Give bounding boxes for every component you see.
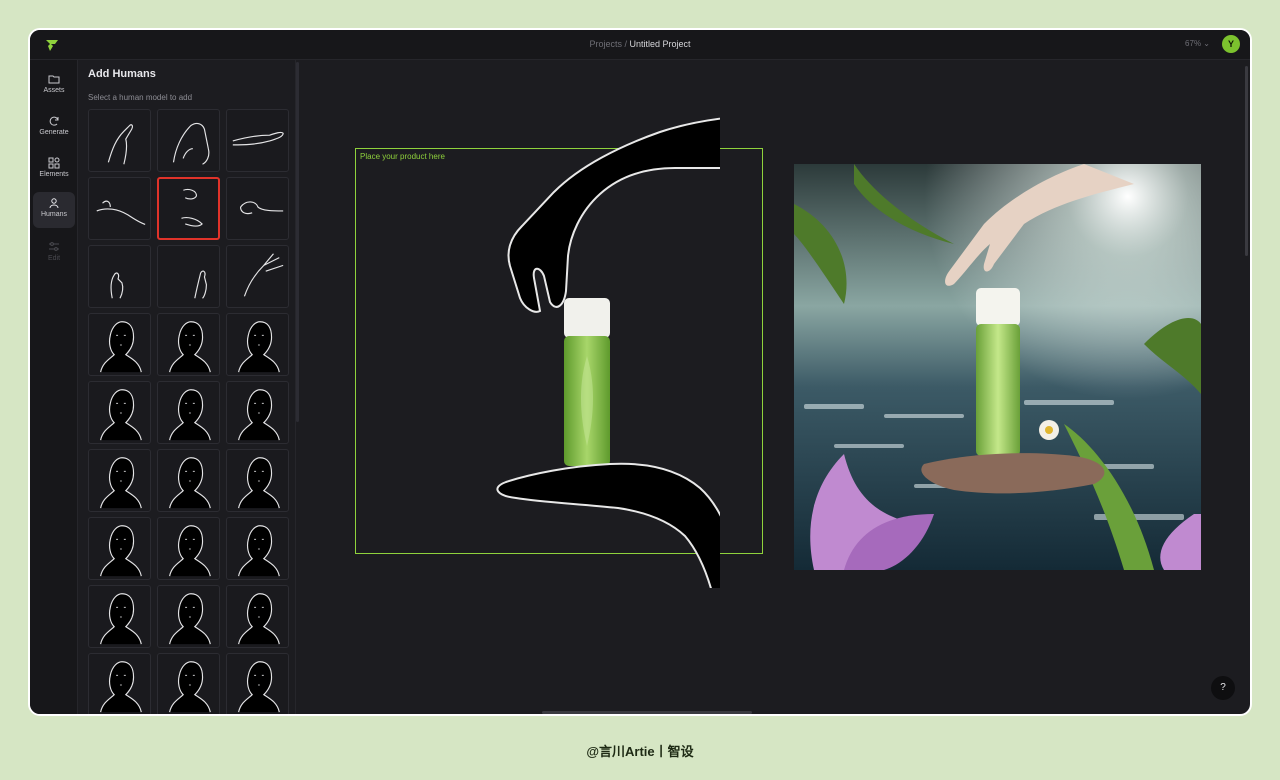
help-button[interactable]: ? — [1211, 676, 1235, 700]
human-model-tile[interactable] — [157, 449, 220, 512]
human-model-tile[interactable] — [88, 517, 151, 580]
hand-model-icon — [181, 188, 203, 227]
folder-icon — [48, 75, 60, 84]
hands-composition[interactable] — [470, 116, 720, 588]
human-model-tile[interactable] — [226, 313, 289, 376]
hand-model-icon — [110, 272, 124, 299]
head-model-icon — [100, 321, 142, 373]
hand-model-icon — [96, 200, 146, 226]
human-model-tile[interactable] — [88, 109, 151, 172]
rail-item-edit[interactable]: Edit — [33, 236, 75, 272]
rail-item-elements[interactable]: Elements — [33, 152, 75, 188]
head-model-icon — [169, 457, 211, 509]
chevron-down-icon: ⌄ — [1203, 39, 1210, 48]
human-model-tile[interactable] — [88, 177, 151, 240]
human-model-tile[interactable] — [88, 381, 151, 444]
head-model-icon — [100, 593, 142, 645]
hand-bottom — [496, 462, 720, 588]
generated-result-image[interactable] — [794, 164, 1201, 570]
product-bottle — [564, 298, 610, 466]
app-window: Projects / Untitled Project 67% ⌄ Y Asse… — [28, 28, 1252, 716]
zoom-level: 67% — [1185, 39, 1202, 48]
human-model-tile[interactable] — [157, 653, 220, 714]
head-model-icon — [238, 389, 280, 441]
rail-label: Elements — [39, 171, 69, 178]
head-model-icon — [100, 525, 142, 577]
human-model-tile[interactable] — [226, 177, 289, 240]
avatar[interactable]: Y — [1222, 35, 1240, 53]
hand-model-icon — [243, 253, 284, 297]
hand-top — [507, 117, 720, 313]
head-model-icon — [100, 389, 142, 441]
human-model-tile[interactable] — [157, 245, 220, 308]
hand-model-icon — [107, 124, 133, 165]
rail-item-assets[interactable]: Assets — [33, 68, 75, 104]
breadcrumb-projects[interactable]: Projects — [589, 39, 622, 49]
panel-subtitle: Select a human model to add — [88, 93, 193, 102]
human-model-tile[interactable] — [226, 381, 289, 444]
shapes-icon — [48, 157, 60, 169]
panel-title: Add Humans — [88, 68, 156, 80]
zoom-dropdown[interactable]: 67% ⌄ — [1185, 39, 1210, 48]
rail-label: Humans — [40, 211, 68, 218]
head-model-icon — [238, 593, 280, 645]
rail-label: Edit — [47, 255, 61, 262]
canvas-vertical-scrollbar[interactable] — [1245, 66, 1248, 256]
head-model-icon — [169, 389, 211, 441]
human-model-tile[interactable] — [88, 653, 151, 714]
human-model-tile[interactable] — [226, 653, 289, 714]
human-model-tile[interactable] — [157, 313, 220, 376]
human-model-tile[interactable] — [226, 585, 289, 648]
rail-label: Generate — [39, 129, 69, 136]
human-model-tile[interactable] — [157, 109, 220, 172]
top-bar: Projects / Untitled Project 67% ⌄ Y — [30, 30, 1250, 60]
panel-scrollbar[interactable] — [296, 62, 299, 422]
watermark-caption: @言川Artie丨智设 — [586, 744, 694, 759]
rail-label: Assets — [43, 87, 65, 94]
human-model-tile[interactable] — [157, 517, 220, 580]
sliders-icon — [49, 242, 59, 251]
placeholder-label: Place your product here — [360, 152, 445, 161]
hand-model-icon — [194, 270, 207, 299]
canvas-horizontal-scrollbar[interactable] — [542, 711, 752, 714]
head-model-icon — [238, 661, 280, 713]
human-model-tile[interactable] — [226, 109, 289, 172]
person-icon — [49, 198, 59, 209]
hand-model-icon — [172, 122, 210, 165]
refresh-icon — [49, 116, 59, 126]
humans-panel: Add Humans Select a human model to add — [78, 60, 296, 714]
head-model-icon — [169, 661, 211, 713]
rail-item-generate[interactable]: Generate — [33, 110, 75, 146]
head-model-icon — [169, 525, 211, 577]
head-model-icon — [169, 593, 211, 645]
breadcrumb-current[interactable]: Untitled Project — [630, 39, 691, 49]
tool-rail: Assets Generate Elements Humans Edit — [30, 60, 78, 714]
head-model-icon — [169, 321, 211, 373]
head-model-icon — [100, 457, 142, 509]
human-model-tile[interactable] — [226, 517, 289, 580]
human-model-tile[interactable] — [157, 585, 220, 648]
human-model-tile[interactable] — [88, 245, 151, 308]
result-bottle — [976, 288, 1020, 456]
breadcrumb: Projects / Untitled Project — [589, 39, 691, 49]
head-model-icon — [238, 321, 280, 373]
human-model-tile[interactable] — [226, 245, 289, 308]
head-model-icon — [238, 525, 280, 577]
head-model-icon — [238, 457, 280, 509]
hand-model-icon — [232, 131, 284, 146]
result-photo — [794, 164, 1201, 570]
human-model-tile[interactable] — [157, 381, 220, 444]
human-model-tile[interactable] — [157, 177, 220, 240]
human-model-tile[interactable] — [88, 313, 151, 376]
human-model-tile[interactable] — [226, 449, 289, 512]
head-model-icon — [100, 661, 142, 713]
human-model-tile[interactable] — [88, 449, 151, 512]
rail-item-humans[interactable]: Humans — [33, 192, 75, 228]
human-model-tile[interactable] — [88, 585, 151, 648]
hand-model-icon — [239, 201, 284, 215]
